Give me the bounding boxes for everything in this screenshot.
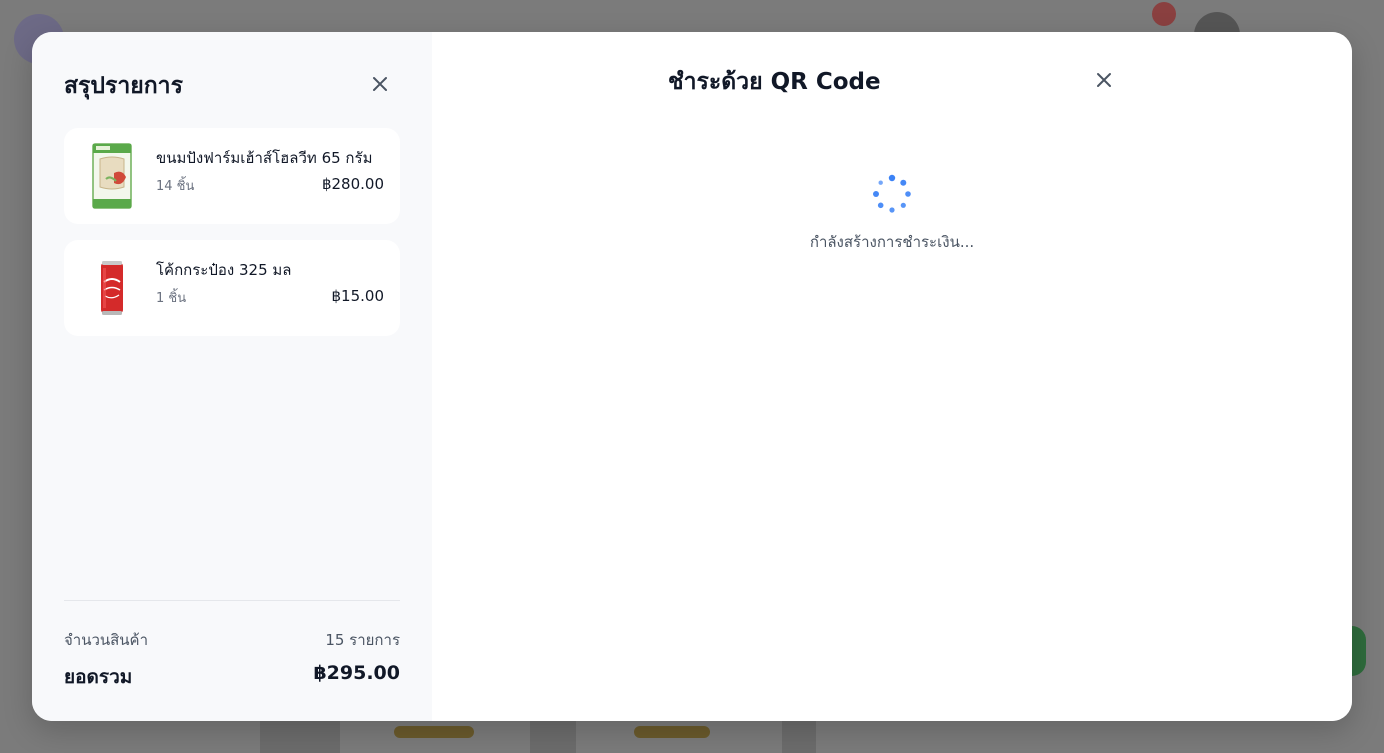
summary-close-button[interactable]: [366, 70, 394, 98]
order-summary-panel: สรุปรายการ ขนมปังฟาร์มเฮ้าส์โฮลวีท 65 กร…: [32, 32, 432, 721]
background-card: [260, 721, 340, 753]
background-card: [530, 721, 576, 753]
payment-modal: สรุปรายการ ขนมปังฟาร์มเฮ้าส์โฮลวีท 65 กร…: [32, 32, 1352, 721]
item-price: ฿280.00: [321, 175, 384, 193]
item-count-value: 15 รายการ: [325, 631, 400, 649]
item-name: โค้กกระป๋อง 325 มล: [156, 261, 292, 279]
background-card: [782, 721, 816, 753]
close-icon: [1097, 73, 1111, 87]
cart-item: โค้กกระป๋อง 325 มล 1 ชิ้น ฿15.00: [64, 240, 400, 336]
loading-text: กำลังสร้างการชำระเงิน...: [809, 233, 975, 251]
qr-payment-panel: ชำระด้วย QR Code กำลังสร้างการชำระเงิน..…: [432, 32, 1352, 721]
item-name: ขนมปังฟาร์มเฮ้าส์โฮลวีท 65 กรัม: [156, 149, 373, 167]
bread-package-icon: [88, 142, 136, 210]
summary-divider: [64, 600, 400, 601]
coke-can-icon: [88, 254, 136, 322]
item-quantity: 14 ชิ้น: [156, 179, 195, 194]
total-value: ฿295.00: [313, 662, 400, 684]
item-count-label: จำนวนสินค้า: [64, 631, 149, 649]
qr-close-button[interactable]: [1090, 66, 1118, 94]
total-label: ยอดรวม: [64, 666, 133, 688]
qr-title: ชำระด้วย QR Code: [668, 69, 881, 95]
item-price: ฿15.00: [331, 287, 385, 305]
background-product-image: [634, 726, 710, 738]
close-icon: [373, 77, 387, 91]
cart-item: ขนมปังฟาร์มเฮ้าส์โฮลวีท 65 กรัม 14 ชิ้น …: [64, 128, 400, 224]
summary-title: สรุปรายการ: [64, 73, 183, 99]
loading-spinner-icon: [873, 174, 911, 213]
item-quantity: 1 ชิ้น: [156, 291, 187, 306]
background-notification-badge: [1152, 2, 1176, 26]
background-product-image: [394, 726, 474, 738]
